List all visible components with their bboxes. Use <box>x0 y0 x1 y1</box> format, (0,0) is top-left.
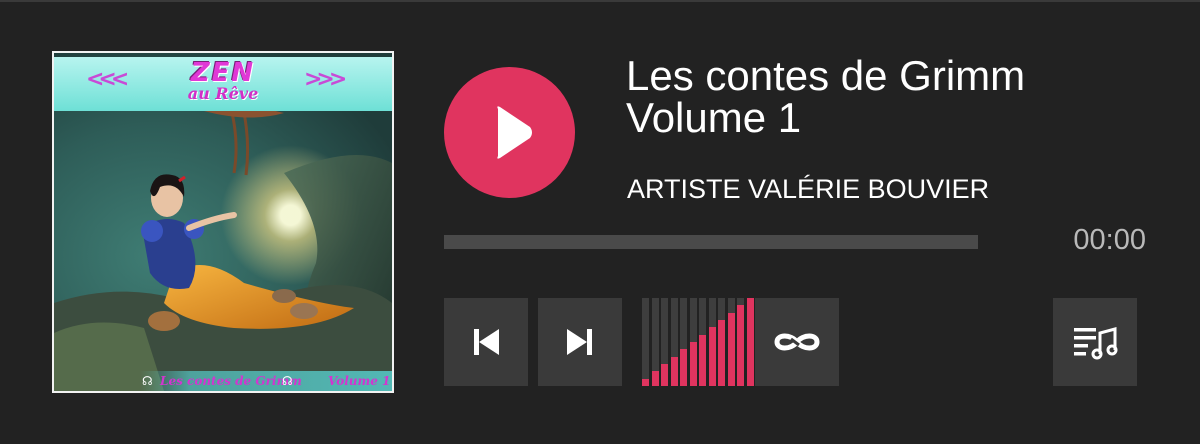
volume-bar <box>689 298 697 386</box>
volume-bar <box>727 298 735 386</box>
volume-bar-level <box>680 349 687 386</box>
volume-bar <box>651 298 659 386</box>
album-cover: <<< >>> ZEN au Rêve ☊ Les contes de Grim… <box>52 51 394 393</box>
headphones-icon: ☊ <box>142 374 153 388</box>
volume-bar <box>737 298 744 386</box>
volume-bar-level <box>670 357 678 386</box>
cover-footer-title: Les contes de Grimm <box>160 374 302 388</box>
cover-brand-title: ZEN <box>190 58 256 88</box>
time-display: 00:00 <box>1073 224 1146 256</box>
volume-bar-level <box>746 298 754 386</box>
play-button[interactable] <box>444 67 575 198</box>
playlist-button[interactable] <box>1053 298 1137 386</box>
volume-bar <box>718 298 725 386</box>
volume-bar-level <box>699 335 706 386</box>
play-icon <box>497 106 532 159</box>
headphones-icon: ☊ <box>282 374 293 388</box>
volume-bar <box>670 298 678 386</box>
playlist-music-icon <box>1074 327 1118 360</box>
volume-bar <box>699 298 706 386</box>
cover-brand-subtitle: au Rêve <box>187 84 259 103</box>
volume-bar-level <box>661 364 668 386</box>
volume-bar-level <box>651 371 659 386</box>
top-divider <box>0 0 1200 2</box>
volume-bar-level <box>642 379 649 386</box>
loop-button[interactable] <box>755 298 839 386</box>
volume-bar <box>680 298 687 386</box>
cover-brand-banner: <<< >>> ZEN au Rêve <box>54 57 392 111</box>
skip-next-icon <box>567 329 592 355</box>
volume-bar <box>708 298 716 386</box>
volume-control[interactable] <box>632 298 754 386</box>
progress-bar[interactable] <box>444 235 978 249</box>
next-button[interactable] <box>538 298 622 386</box>
repeat-infinity-icon <box>774 333 820 351</box>
track-artist: ARTISTE VALÉRIE BOUVIER <box>627 174 990 204</box>
volume-bar-level <box>708 327 716 386</box>
volume-bar <box>746 298 754 386</box>
volume-bar-level <box>689 342 697 386</box>
volume-bar-level <box>718 320 725 386</box>
cover-footer-volume: Volume 1 <box>328 374 391 388</box>
volume-bar <box>642 298 649 386</box>
track-title: Les contes de Grimm Volume 1 <box>626 52 1026 141</box>
volume-bar-level <box>737 305 744 386</box>
skip-previous-icon <box>474 329 499 355</box>
volume-bar-level <box>727 313 735 386</box>
previous-button[interactable] <box>444 298 528 386</box>
volume-bar <box>661 298 668 386</box>
